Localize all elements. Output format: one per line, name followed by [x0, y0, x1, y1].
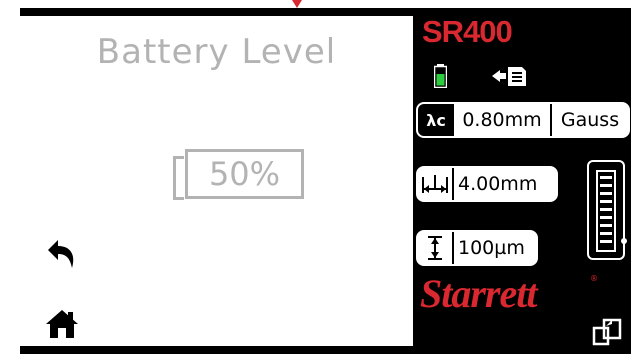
- traverse-length-icon: [418, 168, 454, 200]
- battery-level-screen: Battery Level 50%: [20, 16, 413, 346]
- gauge-pointer: [621, 238, 627, 244]
- gauge-tick: [600, 200, 612, 203]
- gauge-scale: [596, 170, 616, 252]
- gauge-tick: [600, 184, 612, 187]
- back-arrow-icon[interactable]: [42, 234, 82, 274]
- export-icon[interactable]: [592, 316, 624, 348]
- measuring-range-value: 100µm: [458, 237, 525, 259]
- gauge-tick: [600, 216, 612, 219]
- gauge-tick: [600, 224, 612, 227]
- memory-card-icon: [490, 64, 528, 88]
- gauge-tick: [600, 208, 612, 211]
- probe-position-gauge: [587, 160, 627, 260]
- gauge-tick: [600, 240, 612, 243]
- gauge-tick: [600, 232, 612, 235]
- filter-type: Gauss: [560, 109, 620, 131]
- gauge-tick: [600, 176, 612, 179]
- measuring-range-icon: [418, 232, 454, 264]
- traverse-length-setting[interactable]: 4.00mm: [416, 166, 558, 202]
- battery-terminal: [173, 156, 184, 200]
- device-display: Battery Level 50% SR400 λc 0.80mm Gauss …: [20, 8, 631, 354]
- page-title: Battery Level: [96, 32, 337, 72]
- registered-mark: ®: [590, 274, 598, 283]
- home-icon[interactable]: [42, 304, 82, 344]
- brand-logo: Starrett: [420, 271, 537, 316]
- cutoff-value: 0.80mm: [454, 104, 552, 136]
- model-name: SR400: [422, 14, 513, 49]
- gauge-tick: [600, 192, 612, 195]
- battery-percent: 50%: [185, 149, 304, 199]
- top-marker: [292, 0, 302, 8]
- traverse-length-value: 4.00mm: [458, 173, 538, 195]
- measuring-range-setting[interactable]: 100µm: [416, 230, 538, 266]
- cutoff-symbol: λc: [418, 104, 454, 136]
- cutoff-setting[interactable]: λc 0.80mm Gauss: [416, 102, 630, 138]
- battery-icon: [433, 64, 448, 89]
